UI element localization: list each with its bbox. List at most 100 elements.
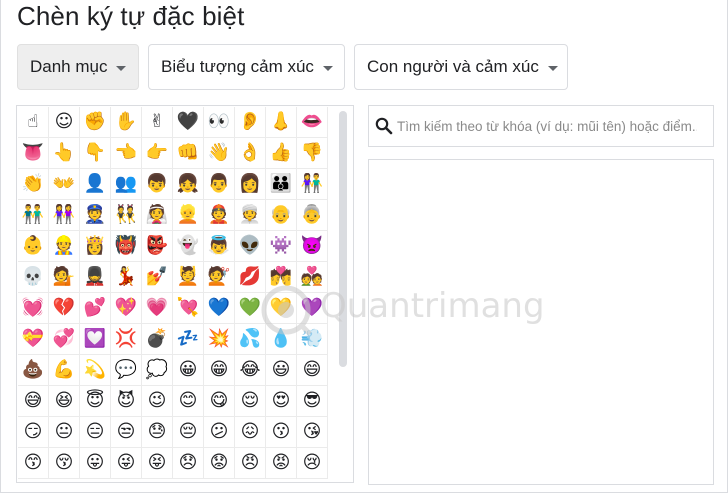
emoji-cell[interactable]: 😎 bbox=[297, 386, 328, 417]
emoji-cell[interactable]: 😌 bbox=[235, 386, 266, 417]
emoji-cell[interactable]: 😓 bbox=[142, 417, 173, 448]
emoji-cell[interactable]: 😘 bbox=[297, 417, 328, 448]
emoji-cell[interactable]: 😇 bbox=[80, 386, 111, 417]
emoji-cell[interactable]: 😙 bbox=[18, 448, 49, 479]
emoji-cell[interactable]: 👴 bbox=[266, 200, 297, 231]
emoji-cell[interactable]: 👊 bbox=[173, 138, 204, 169]
emoji-cell[interactable]: 👭 bbox=[49, 200, 80, 231]
emoji-cell[interactable]: 😚 bbox=[49, 448, 80, 479]
emoji-cell[interactable]: 😟 bbox=[204, 448, 235, 479]
category-dropdown[interactable]: Danh mục bbox=[17, 44, 139, 90]
emoji-cell[interactable]: 😅 bbox=[18, 386, 49, 417]
emoji-cell[interactable]: 👥 bbox=[111, 169, 142, 200]
emoji-cell[interactable]: 😕 bbox=[204, 417, 235, 448]
emoji-cell[interactable]: 💭 bbox=[142, 355, 173, 386]
emoji-cell[interactable]: 👶 bbox=[18, 231, 49, 262]
emoji-cell[interactable]: 👳 bbox=[235, 200, 266, 231]
emoji-cell[interactable]: 👯 bbox=[111, 200, 142, 231]
emoji-cell[interactable]: 👻 bbox=[173, 231, 204, 262]
emoji-cell[interactable]: 💨 bbox=[297, 324, 328, 355]
emoji-cell[interactable]: 😉 bbox=[142, 386, 173, 417]
emoji-cell[interactable]: 💫 bbox=[80, 355, 111, 386]
emoji-cell[interactable]: ✌ bbox=[142, 107, 173, 138]
emoji-cell[interactable]: 💀 bbox=[18, 262, 49, 293]
emoji-cell[interactable]: 👉 bbox=[142, 138, 173, 169]
emoji-cell[interactable]: 💗 bbox=[142, 293, 173, 324]
emoji-cell[interactable]: 👆 bbox=[49, 138, 80, 169]
emoji-cell[interactable]: 😖 bbox=[235, 417, 266, 448]
handwriting-preview-area[interactable] bbox=[368, 159, 714, 485]
emoji-cell[interactable]: 👧 bbox=[173, 169, 204, 200]
emoji-cell[interactable]: 😒 bbox=[111, 417, 142, 448]
emoji-cell[interactable]: 😏 bbox=[18, 417, 49, 448]
emoji-subtype-dropdown[interactable]: Con người và cảm xúc bbox=[354, 44, 568, 90]
emoji-cell[interactable]: 😡 bbox=[266, 448, 297, 479]
emoji-cell[interactable]: 👋 bbox=[204, 138, 235, 169]
emoji-cell[interactable]: 👂 bbox=[235, 107, 266, 138]
emoji-cell[interactable]: 😆 bbox=[49, 386, 80, 417]
emoji-cell[interactable]: 💑 bbox=[297, 262, 328, 293]
emoji-cell[interactable]: 💣 bbox=[142, 324, 173, 355]
emoji-cell[interactable]: 💅 bbox=[142, 262, 173, 293]
emoji-cell[interactable]: 👷 bbox=[49, 231, 80, 262]
emoji-cell[interactable]: 😊 bbox=[173, 386, 204, 417]
emoji-cell[interactable]: 😞 bbox=[173, 448, 204, 479]
emoji-cell[interactable]: 💤 bbox=[173, 324, 204, 355]
emoji-grid-scrollbar[interactable] bbox=[339, 111, 347, 367]
emoji-cell[interactable]: 💢 bbox=[111, 324, 142, 355]
emoji-cell[interactable]: 👮 bbox=[80, 200, 111, 231]
emoji-cell[interactable]: 👺 bbox=[142, 231, 173, 262]
emoji-cell[interactable]: 👇 bbox=[80, 138, 111, 169]
emoji-cell[interactable]: 💚 bbox=[235, 293, 266, 324]
emoji-cell[interactable]: 💇 bbox=[204, 262, 235, 293]
emoji-cell[interactable]: 😄 bbox=[297, 355, 328, 386]
emoji-cell[interactable]: 🖤 bbox=[173, 107, 204, 138]
emoji-cell[interactable]: 👩 bbox=[235, 169, 266, 200]
emoji-cell[interactable]: 💓 bbox=[18, 293, 49, 324]
emoji-cell[interactable]: 💝 bbox=[18, 324, 49, 355]
emoji-cell[interactable]: ✊ bbox=[80, 107, 111, 138]
emoji-cell[interactable]: 💂 bbox=[80, 262, 111, 293]
emoji-cell[interactable]: 😁 bbox=[204, 355, 235, 386]
emoji-cell[interactable]: 😢 bbox=[297, 448, 328, 479]
emoji-cell[interactable]: 👵 bbox=[297, 200, 328, 231]
emoji-cell[interactable]: 💩 bbox=[18, 355, 49, 386]
emoji-cell[interactable]: 👌 bbox=[235, 138, 266, 169]
emoji-cell[interactable]: 😂 bbox=[235, 355, 266, 386]
emoji-cell[interactable]: 👱 bbox=[173, 200, 204, 231]
emoji-cell[interactable]: 👎 bbox=[297, 138, 328, 169]
emoji-cell[interactable]: 😍 bbox=[266, 386, 297, 417]
emoji-cell[interactable]: 👨 bbox=[204, 169, 235, 200]
emoji-cell[interactable]: 👰 bbox=[142, 200, 173, 231]
emoji-cell[interactable]: 😋 bbox=[204, 386, 235, 417]
emoji-cell[interactable]: 💧 bbox=[266, 324, 297, 355]
emoji-cell[interactable]: 👍 bbox=[266, 138, 297, 169]
emoji-cell[interactable]: 👸 bbox=[80, 231, 111, 262]
emoji-cell[interactable]: 👫 bbox=[297, 169, 328, 200]
emoji-cell[interactable]: 👽 bbox=[235, 231, 266, 262]
emoji-cell[interactable]: 💆 bbox=[173, 262, 204, 293]
emoji-type-dropdown[interactable]: Biểu tượng cảm xúc bbox=[148, 44, 345, 90]
emoji-cell[interactable]: 👼 bbox=[204, 231, 235, 262]
emoji-cell[interactable]: 👄 bbox=[297, 107, 328, 138]
emoji-cell[interactable]: 💁 bbox=[49, 262, 80, 293]
emoji-cell[interactable]: 💕 bbox=[80, 293, 111, 324]
emoji-cell[interactable]: 😃 bbox=[266, 355, 297, 386]
emoji-cell[interactable]: 👦 bbox=[142, 169, 173, 200]
emoji-cell[interactable]: 😐 bbox=[49, 417, 80, 448]
emoji-cell[interactable]: 👀 bbox=[204, 107, 235, 138]
emoji-cell[interactable]: 😜 bbox=[111, 448, 142, 479]
search-input[interactable] bbox=[397, 118, 697, 134]
emoji-cell[interactable]: 😀 bbox=[173, 355, 204, 386]
emoji-cell[interactable]: 👲 bbox=[204, 200, 235, 231]
emoji-cell[interactable]: 💃 bbox=[111, 262, 142, 293]
emoji-cell[interactable]: 💖 bbox=[111, 293, 142, 324]
emoji-cell[interactable]: 👪 bbox=[266, 169, 297, 200]
emoji-cell[interactable]: 👿 bbox=[297, 231, 328, 262]
emoji-cell[interactable]: 💙 bbox=[204, 293, 235, 324]
emoji-cell[interactable]: 👈 bbox=[111, 138, 142, 169]
emoji-cell[interactable]: 😔 bbox=[173, 417, 204, 448]
emoji-cell[interactable]: ✋ bbox=[111, 107, 142, 138]
emoji-cell[interactable]: 👾 bbox=[266, 231, 297, 262]
emoji-cell[interactable]: 💜 bbox=[297, 293, 328, 324]
